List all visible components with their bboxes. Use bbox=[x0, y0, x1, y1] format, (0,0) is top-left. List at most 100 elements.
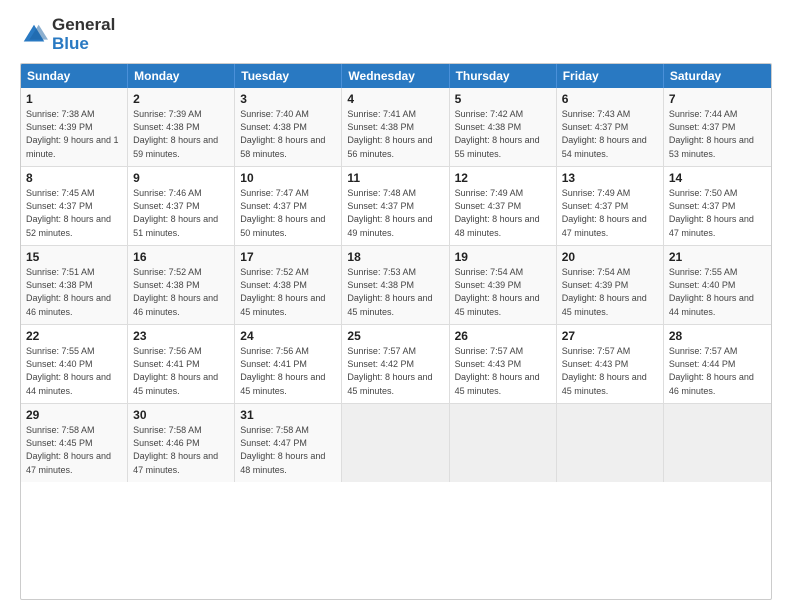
cal-header-tuesday: Tuesday bbox=[235, 64, 342, 88]
table-row bbox=[450, 404, 557, 482]
cell-text: Sunrise: 7:41 AMSunset: 4:38 PMDaylight:… bbox=[347, 108, 443, 160]
cal-header-monday: Monday bbox=[128, 64, 235, 88]
cell-text: Sunrise: 7:44 AMSunset: 4:37 PMDaylight:… bbox=[669, 108, 766, 160]
day-number: 24 bbox=[240, 329, 336, 343]
cell-text: Sunrise: 7:51 AMSunset: 4:38 PMDaylight:… bbox=[26, 266, 122, 318]
table-row: 9 Sunrise: 7:46 AMSunset: 4:37 PMDayligh… bbox=[128, 167, 235, 245]
day-number: 10 bbox=[240, 171, 336, 185]
day-number: 20 bbox=[562, 250, 658, 264]
cell-text: Sunrise: 7:58 AMSunset: 4:45 PMDaylight:… bbox=[26, 424, 122, 476]
table-row: 8 Sunrise: 7:45 AMSunset: 4:37 PMDayligh… bbox=[21, 167, 128, 245]
day-number: 26 bbox=[455, 329, 551, 343]
table-row: 24 Sunrise: 7:56 AMSunset: 4:41 PMDaylig… bbox=[235, 325, 342, 403]
cell-text: Sunrise: 7:57 AMSunset: 4:44 PMDaylight:… bbox=[669, 345, 766, 397]
cell-text: Sunrise: 7:57 AMSunset: 4:42 PMDaylight:… bbox=[347, 345, 443, 397]
day-number: 9 bbox=[133, 171, 229, 185]
cell-text: Sunrise: 7:43 AMSunset: 4:37 PMDaylight:… bbox=[562, 108, 658, 160]
cell-text: Sunrise: 7:52 AMSunset: 4:38 PMDaylight:… bbox=[133, 266, 229, 318]
day-number: 14 bbox=[669, 171, 766, 185]
table-row: 1 Sunrise: 7:38 AMSunset: 4:39 PMDayligh… bbox=[21, 88, 128, 166]
day-number: 17 bbox=[240, 250, 336, 264]
day-number: 16 bbox=[133, 250, 229, 264]
table-row: 29 Sunrise: 7:58 AMSunset: 4:45 PMDaylig… bbox=[21, 404, 128, 482]
day-number: 1 bbox=[26, 92, 122, 106]
logo-icon bbox=[20, 21, 48, 49]
day-number: 2 bbox=[133, 92, 229, 106]
day-number: 7 bbox=[669, 92, 766, 106]
table-row: 6 Sunrise: 7:43 AMSunset: 4:37 PMDayligh… bbox=[557, 88, 664, 166]
cell-text: Sunrise: 7:56 AMSunset: 4:41 PMDaylight:… bbox=[240, 345, 336, 397]
cell-text: Sunrise: 7:53 AMSunset: 4:38 PMDaylight:… bbox=[347, 266, 443, 318]
day-number: 15 bbox=[26, 250, 122, 264]
table-row bbox=[664, 404, 771, 482]
table-row: 3 Sunrise: 7:40 AMSunset: 4:38 PMDayligh… bbox=[235, 88, 342, 166]
day-number: 4 bbox=[347, 92, 443, 106]
table-row: 4 Sunrise: 7:41 AMSunset: 4:38 PMDayligh… bbox=[342, 88, 449, 166]
day-number: 8 bbox=[26, 171, 122, 185]
calendar-row: 29 Sunrise: 7:58 AMSunset: 4:45 PMDaylig… bbox=[21, 404, 771, 482]
calendar-row: 22 Sunrise: 7:55 AMSunset: 4:40 PMDaylig… bbox=[21, 325, 771, 404]
cell-text: Sunrise: 7:46 AMSunset: 4:37 PMDaylight:… bbox=[133, 187, 229, 239]
day-number: 13 bbox=[562, 171, 658, 185]
cell-text: Sunrise: 7:57 AMSunset: 4:43 PMDaylight:… bbox=[562, 345, 658, 397]
day-number: 31 bbox=[240, 408, 336, 422]
header: General Blue bbox=[20, 16, 772, 53]
day-number: 21 bbox=[669, 250, 766, 264]
table-row: 30 Sunrise: 7:58 AMSunset: 4:46 PMDaylig… bbox=[128, 404, 235, 482]
table-row: 28 Sunrise: 7:57 AMSunset: 4:44 PMDaylig… bbox=[664, 325, 771, 403]
day-number: 22 bbox=[26, 329, 122, 343]
calendar-row: 15 Sunrise: 7:51 AMSunset: 4:38 PMDaylig… bbox=[21, 246, 771, 325]
table-row bbox=[557, 404, 664, 482]
table-row: 23 Sunrise: 7:56 AMSunset: 4:41 PMDaylig… bbox=[128, 325, 235, 403]
cal-header-wednesday: Wednesday bbox=[342, 64, 449, 88]
table-row: 21 Sunrise: 7:55 AMSunset: 4:40 PMDaylig… bbox=[664, 246, 771, 324]
logo: General Blue bbox=[20, 16, 115, 53]
table-row: 27 Sunrise: 7:57 AMSunset: 4:43 PMDaylig… bbox=[557, 325, 664, 403]
cell-text: Sunrise: 7:40 AMSunset: 4:38 PMDaylight:… bbox=[240, 108, 336, 160]
day-number: 23 bbox=[133, 329, 229, 343]
table-row: 16 Sunrise: 7:52 AMSunset: 4:38 PMDaylig… bbox=[128, 246, 235, 324]
cell-text: Sunrise: 7:54 AMSunset: 4:39 PMDaylight:… bbox=[455, 266, 551, 318]
table-row: 31 Sunrise: 7:58 AMSunset: 4:47 PMDaylig… bbox=[235, 404, 342, 482]
table-row: 14 Sunrise: 7:50 AMSunset: 4:37 PMDaylig… bbox=[664, 167, 771, 245]
day-number: 25 bbox=[347, 329, 443, 343]
cell-text: Sunrise: 7:39 AMSunset: 4:38 PMDaylight:… bbox=[133, 108, 229, 160]
logo-text-line1: General bbox=[52, 16, 115, 35]
day-number: 12 bbox=[455, 171, 551, 185]
page: General Blue SundayMondayTuesdayWednesda… bbox=[0, 0, 792, 612]
table-row: 7 Sunrise: 7:44 AMSunset: 4:37 PMDayligh… bbox=[664, 88, 771, 166]
cell-text: Sunrise: 7:45 AMSunset: 4:37 PMDaylight:… bbox=[26, 187, 122, 239]
table-row: 13 Sunrise: 7:49 AMSunset: 4:37 PMDaylig… bbox=[557, 167, 664, 245]
table-row: 19 Sunrise: 7:54 AMSunset: 4:39 PMDaylig… bbox=[450, 246, 557, 324]
day-number: 29 bbox=[26, 408, 122, 422]
cal-header-sunday: Sunday bbox=[21, 64, 128, 88]
table-row: 26 Sunrise: 7:57 AMSunset: 4:43 PMDaylig… bbox=[450, 325, 557, 403]
day-number: 27 bbox=[562, 329, 658, 343]
cell-text: Sunrise: 7:42 AMSunset: 4:38 PMDaylight:… bbox=[455, 108, 551, 160]
cell-text: Sunrise: 7:58 AMSunset: 4:46 PMDaylight:… bbox=[133, 424, 229, 476]
day-number: 6 bbox=[562, 92, 658, 106]
calendar-row: 8 Sunrise: 7:45 AMSunset: 4:37 PMDayligh… bbox=[21, 167, 771, 246]
table-row: 22 Sunrise: 7:55 AMSunset: 4:40 PMDaylig… bbox=[21, 325, 128, 403]
table-row: 18 Sunrise: 7:53 AMSunset: 4:38 PMDaylig… bbox=[342, 246, 449, 324]
table-row: 12 Sunrise: 7:49 AMSunset: 4:37 PMDaylig… bbox=[450, 167, 557, 245]
table-row: 10 Sunrise: 7:47 AMSunset: 4:37 PMDaylig… bbox=[235, 167, 342, 245]
cal-header-saturday: Saturday bbox=[664, 64, 771, 88]
cell-text: Sunrise: 7:47 AMSunset: 4:37 PMDaylight:… bbox=[240, 187, 336, 239]
table-row: 2 Sunrise: 7:39 AMSunset: 4:38 PMDayligh… bbox=[128, 88, 235, 166]
cal-header-thursday: Thursday bbox=[450, 64, 557, 88]
table-row bbox=[342, 404, 449, 482]
cell-text: Sunrise: 7:50 AMSunset: 4:37 PMDaylight:… bbox=[669, 187, 766, 239]
table-row: 17 Sunrise: 7:52 AMSunset: 4:38 PMDaylig… bbox=[235, 246, 342, 324]
calendar: SundayMondayTuesdayWednesdayThursdayFrid… bbox=[20, 63, 772, 600]
day-number: 3 bbox=[240, 92, 336, 106]
cell-text: Sunrise: 7:38 AMSunset: 4:39 PMDaylight:… bbox=[26, 108, 122, 160]
calendar-row: 1 Sunrise: 7:38 AMSunset: 4:39 PMDayligh… bbox=[21, 88, 771, 167]
day-number: 5 bbox=[455, 92, 551, 106]
calendar-body: 1 Sunrise: 7:38 AMSunset: 4:39 PMDayligh… bbox=[21, 88, 771, 482]
table-row: 20 Sunrise: 7:54 AMSunset: 4:39 PMDaylig… bbox=[557, 246, 664, 324]
cell-text: Sunrise: 7:49 AMSunset: 4:37 PMDaylight:… bbox=[455, 187, 551, 239]
cell-text: Sunrise: 7:56 AMSunset: 4:41 PMDaylight:… bbox=[133, 345, 229, 397]
table-row: 11 Sunrise: 7:48 AMSunset: 4:37 PMDaylig… bbox=[342, 167, 449, 245]
table-row: 15 Sunrise: 7:51 AMSunset: 4:38 PMDaylig… bbox=[21, 246, 128, 324]
